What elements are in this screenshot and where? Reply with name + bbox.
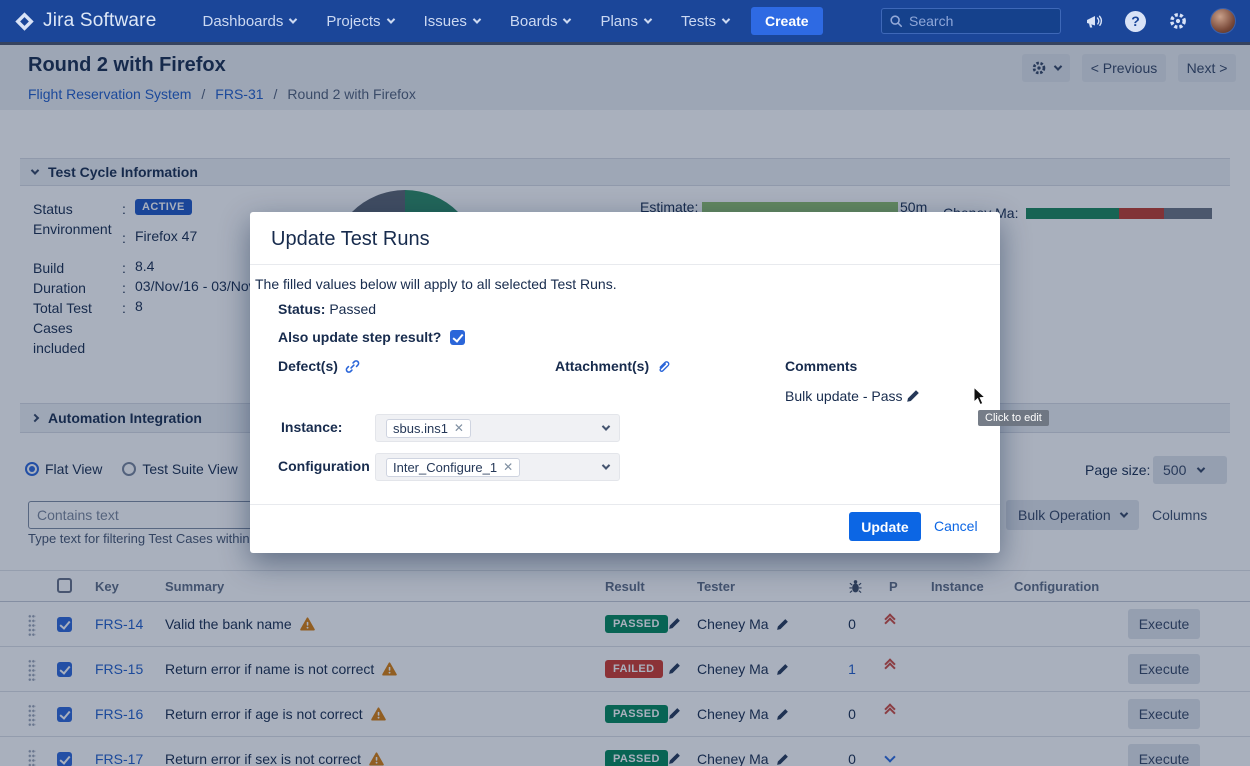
jira-diamond-icon [14, 11, 35, 32]
chevron-down-icon [563, 15, 571, 23]
defects-label: Defect(s) [278, 358, 338, 374]
comments-label: Comments [785, 358, 857, 374]
gear-icon[interactable] [1168, 11, 1188, 31]
instance-chip-value: sbus.ins1 [393, 421, 448, 436]
step-result-field: Also update step result? [278, 329, 465, 345]
configuration-label: Configuration [278, 458, 370, 474]
dialog-title: Update Test Runs [271, 228, 430, 251]
global-search[interactable] [881, 8, 1061, 34]
status-field: Status: Passed [278, 301, 376, 317]
attachments-label: Attachment(s) [555, 358, 649, 374]
defects-field: Defect(s) [278, 358, 360, 374]
chevron-down-icon [289, 15, 297, 23]
divider [250, 264, 1000, 265]
remove-chip-icon[interactable]: ✕ [503, 460, 513, 474]
instance-label: Instance: [281, 419, 342, 435]
instance-select[interactable]: sbus.ins1 ✕ [375, 414, 620, 442]
link-icon[interactable] [345, 359, 360, 374]
jira-test-cycle-page: Jira Software Dashboards Projects Issues… [0, 0, 1250, 766]
instance-chip: sbus.ins1 ✕ [386, 419, 471, 438]
configuration-chip-value: Inter_Configure_1 [393, 460, 497, 475]
top-navbar: Jira Software Dashboards Projects Issues… [0, 0, 1250, 42]
configuration-select[interactable]: Inter_Configure_1 ✕ [375, 453, 620, 481]
update-button[interactable]: Update [849, 512, 921, 541]
chevron-down-icon [386, 15, 394, 23]
search-input[interactable] [909, 13, 1039, 29]
status-field-value: Passed [329, 301, 376, 317]
nav-projects[interactable]: Projects [326, 13, 393, 30]
chevron-down-icon [644, 15, 652, 23]
search-icon [889, 14, 903, 28]
help-icon[interactable]: ? [1125, 11, 1146, 32]
nav-icons: ? [1085, 8, 1236, 34]
chevron-down-icon [473, 15, 481, 23]
nav-boards[interactable]: Boards [510, 13, 571, 30]
update-test-runs-dialog: Update Test Runs The filled values below… [250, 212, 1000, 553]
dialog-intro: The filled values below will apply to al… [255, 276, 617, 292]
click-to-edit-tooltip: Click to edit [978, 410, 1049, 426]
chevron-down-icon [602, 422, 610, 430]
comment-field[interactable]: Bulk update - Pass [785, 388, 920, 404]
feedback-megaphone-icon[interactable] [1085, 13, 1103, 30]
paperclip-icon[interactable] [656, 359, 671, 374]
step-result-label: Also update step result? [278, 329, 441, 345]
nav-plans[interactable]: Plans [600, 13, 651, 30]
remove-chip-icon[interactable]: ✕ [454, 421, 464, 435]
step-result-checkbox[interactable] [450, 330, 465, 345]
nav-issues[interactable]: Issues [424, 13, 480, 30]
create-button[interactable]: Create [751, 7, 823, 35]
status-field-label: Status: [278, 301, 325, 317]
attachments-field: Attachment(s) [555, 358, 671, 374]
comment-value: Bulk update - Pass [785, 388, 903, 404]
jira-logo[interactable]: Jira Software [14, 10, 156, 32]
chevron-down-icon [602, 461, 610, 469]
user-avatar[interactable] [1210, 8, 1236, 34]
nav-tests[interactable]: Tests [681, 13, 729, 30]
logo-text: Jira Software [43, 10, 156, 32]
chevron-down-icon [722, 15, 730, 23]
nav-dashboards[interactable]: Dashboards [202, 13, 296, 30]
nav-menu: Dashboards Projects Issues Boards Plans … [202, 13, 729, 30]
divider [250, 504, 1000, 505]
mouse-cursor [972, 386, 987, 406]
edit-comment-icon[interactable] [906, 389, 920, 403]
configuration-chip: Inter_Configure_1 ✕ [386, 458, 520, 477]
cancel-link[interactable]: Cancel [934, 518, 978, 534]
